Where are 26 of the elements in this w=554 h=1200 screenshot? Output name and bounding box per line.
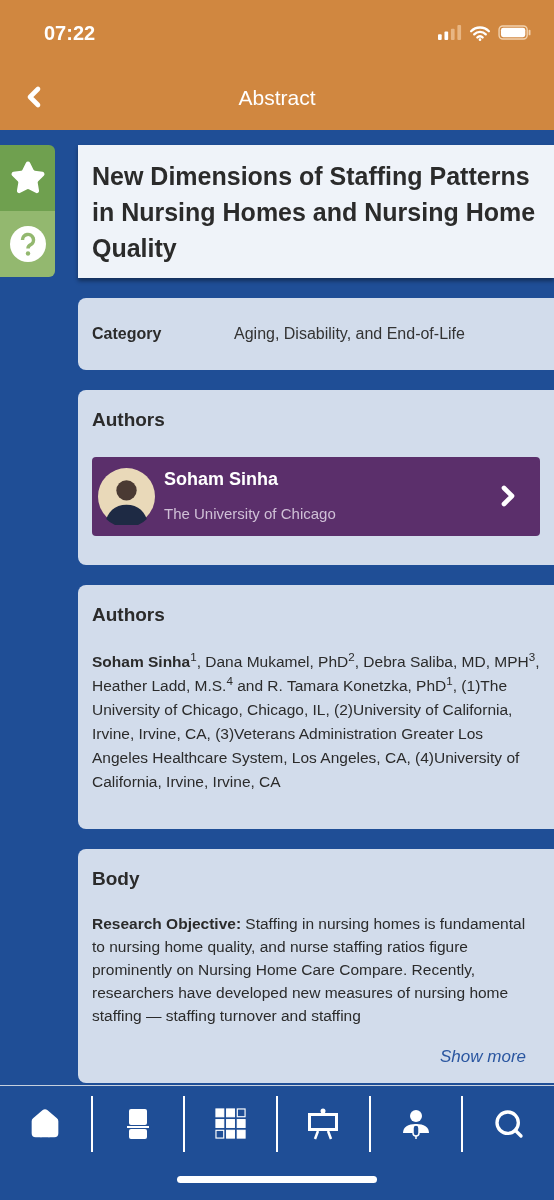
page-title: Abstract: [238, 84, 316, 111]
abstract-title: New Dimensions of Staffing Patterns in Nursing Homes and Nursing Home Quality: [92, 160, 537, 264]
floorplan-icon: [214, 1107, 247, 1140]
author-row[interactable]: Soham Sinha The University of Chicago: [92, 456, 540, 536]
authors-text: Soham Sinha$^{1}$, Dana Mukamel, PhD$^{2}$, Debra Saliba, MD, MPH$^{3}$, Heather Ladd, M.S.$^{4}$ and R. Tamara Konetzka, PhD$^{1}$, (1)The University of Chicago, Chicago, IL, (2)University of California, Irvine, Irvine, CA, (3)Veterans Administration Greater Los Angeles Healthcare System, Los Angeles, CA, (4)University of California, Irvine, Irvine, CA: [92, 649, 540, 792]
star-icon: [9, 160, 46, 196]
category-value: Aging, Disability, and End-of-Life: [234, 324, 465, 344]
section-heading: Authors: [92, 408, 166, 432]
section-heading: Body: [92, 867, 141, 891]
battery-icon: [498, 25, 532, 40]
show-more-link[interactable]: Show more: [440, 1043, 526, 1069]
author-affiliation: The University of Chicago: [164, 504, 337, 525]
avatar: [98, 467, 155, 525]
favorite-tab[interactable]: [0, 145, 55, 211]
help-icon: [9, 226, 46, 262]
booth-icon: [126, 1107, 150, 1140]
section-heading: Authors: [92, 603, 166, 627]
search-icon: [492, 1107, 525, 1140]
category-label: Category: [92, 324, 163, 344]
author-name: Soham Sinha: [164, 468, 280, 492]
easel-icon: [307, 1107, 340, 1140]
wifi-icon: [469, 24, 491, 41]
speaker-icon: [400, 1107, 432, 1140]
body-text: Research Objective: Staffing in nursing homes is fundamental to nursing home quality, and nurse staffing ratios figure prominently on Nursing Home Care Compare. Recently, researchers have developed new measures of nursing home staffing — staffing turnover and staffing: [92, 913, 527, 1026]
status-time: 07:22: [44, 20, 96, 46]
signal-icon: [438, 25, 462, 40]
